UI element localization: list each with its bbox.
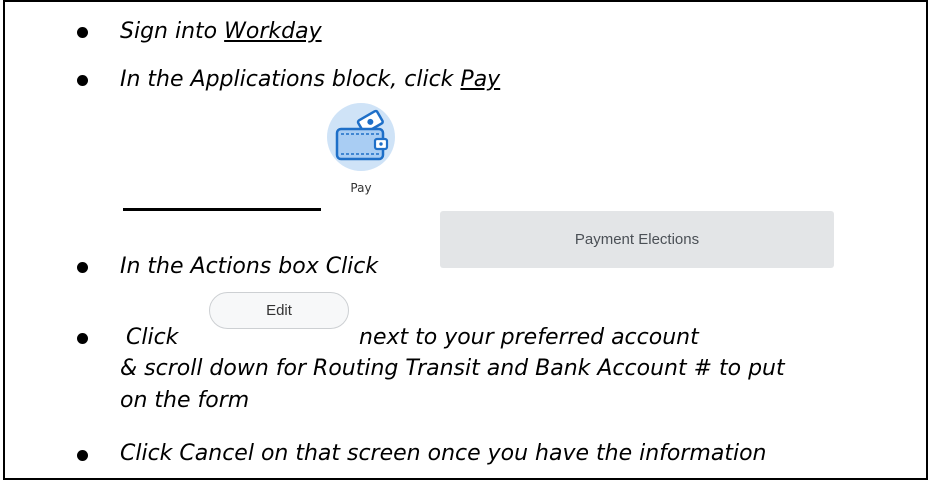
bullet xyxy=(77,450,88,461)
step-1-prefix: Sign into xyxy=(120,19,225,44)
step-4-line-3: on the form xyxy=(120,388,250,413)
step-4-prefix: Click xyxy=(126,325,179,350)
step-4-suffix: next to your preferred account xyxy=(359,325,699,350)
step-4-line-2: & scroll down for Routing Transit and Ba… xyxy=(120,356,785,381)
step-1-text: Sign into Workday xyxy=(120,18,322,46)
pay-link[interactable]: Pay xyxy=(460,67,500,92)
workday-link[interactable]: Workday xyxy=(224,19,321,44)
wallet-icon[interactable] xyxy=(327,103,395,171)
bullet xyxy=(77,262,88,273)
step-5-text: Click Cancel on that screen once you hav… xyxy=(120,441,767,466)
pay-app-label: Pay xyxy=(350,181,372,195)
step-2-text: In the Applications block, click Pay xyxy=(120,66,500,94)
instruction-box: Sign into Workday In the Applications bl… xyxy=(3,0,928,480)
bullet xyxy=(77,333,88,344)
step-2-prefix: In the Applications block, click xyxy=(120,67,461,92)
bullet xyxy=(77,27,88,38)
bullet xyxy=(77,75,88,86)
payment-elections-button[interactable]: Payment Elections xyxy=(440,211,834,268)
edit-button[interactable]: Edit xyxy=(209,292,349,329)
divider-line xyxy=(123,208,321,211)
step-3-text: In the Actions box Click xyxy=(120,254,379,279)
